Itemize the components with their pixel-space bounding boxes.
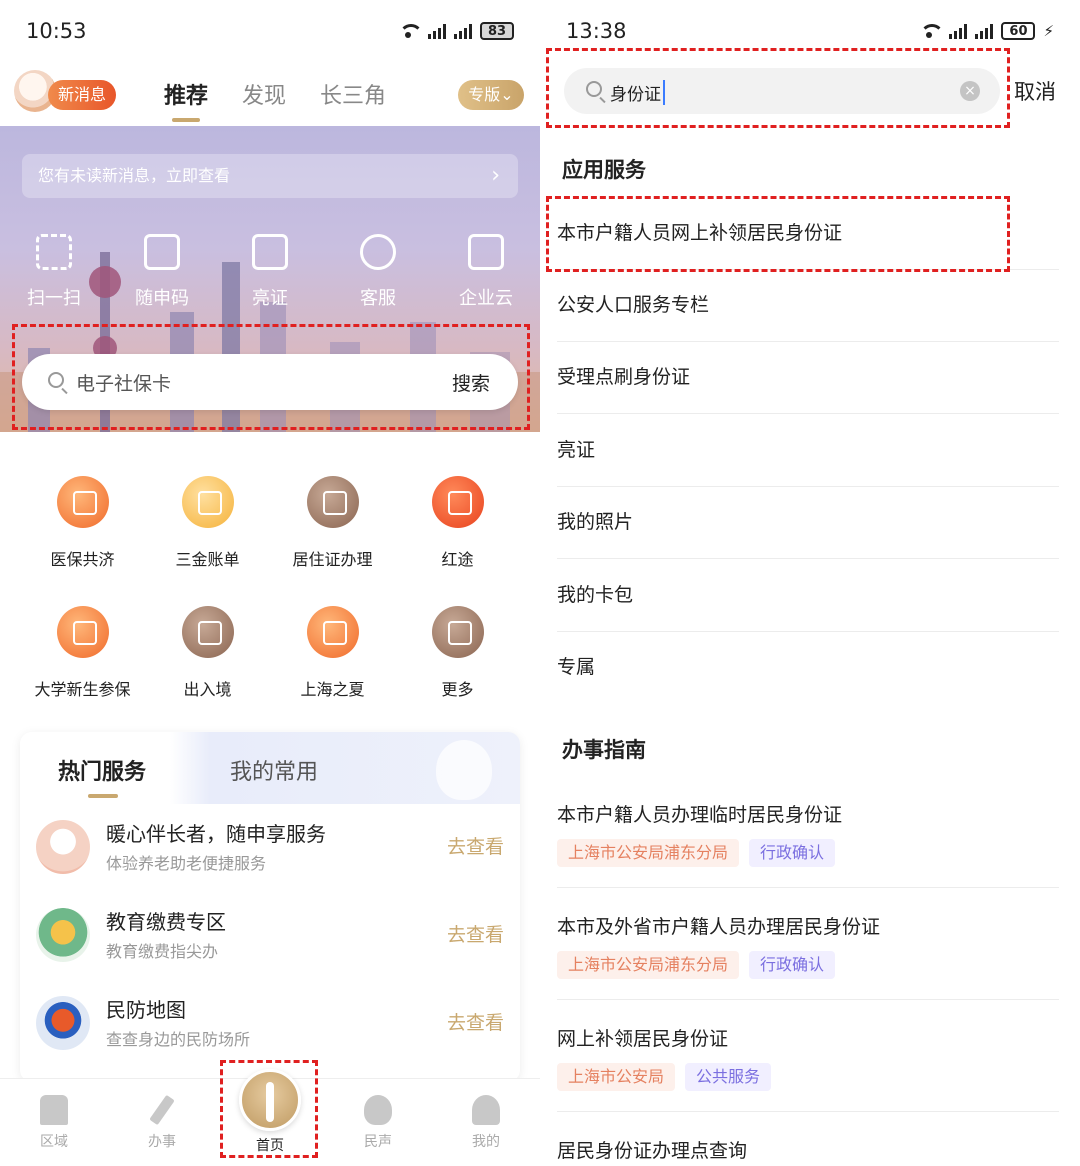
section-title-app-services: 应用服务 — [562, 158, 646, 182]
residence-card-icon — [306, 476, 359, 528]
search-results-screen: 13:38 60 ⚡ 身份证 × 取消 应用服务 本市户籍人员网上补领居民身份证… — [540, 0, 1080, 1166]
unread-notice-bar[interactable]: 您有未读新消息，立即查看 › — [22, 154, 518, 198]
status-time: 10:53 — [26, 19, 87, 43]
person-icon — [472, 1095, 500, 1125]
tab-hot-services[interactable]: 热门服务 — [58, 754, 146, 798]
view-link[interactable]: 去查看 — [447, 832, 504, 859]
family-icon — [56, 476, 109, 528]
signal-icon — [454, 23, 472, 39]
result-item[interactable]: 我的照片 — [557, 487, 1059, 559]
service-medical-insurance[interactable]: 医保共济 — [20, 474, 145, 604]
qr-code-icon — [144, 234, 180, 270]
wifi-icon — [919, 23, 945, 39]
section-title-guides: 办事指南 — [562, 738, 646, 762]
gate-icon — [40, 1095, 68, 1125]
service-freshman-insurance[interactable]: 大学新生参保 — [20, 604, 145, 734]
id-card-icon — [252, 234, 288, 270]
view-link[interactable]: 去查看 — [447, 1008, 504, 1035]
guide-item[interactable]: 本市及外省市户籍人员办理居民身份证 上海市公安局浦东分局 行政确认 — [557, 904, 1059, 1000]
nav-mine[interactable]: 我的 — [432, 1079, 540, 1166]
pen-icon — [149, 1094, 175, 1126]
result-item[interactable]: 公安人口服务专栏 — [557, 270, 1059, 342]
signal-icon — [975, 23, 994, 39]
tab-discover[interactable]: 发现 — [242, 78, 286, 110]
battery-icon: 83 — [480, 22, 514, 40]
result-item[interactable]: 专属 — [557, 632, 1059, 704]
service-red-route[interactable]: 红途 — [395, 474, 520, 604]
flower-icon — [364, 1095, 392, 1125]
status-bar: 13:38 60 ⚡ — [566, 14, 1054, 48]
service-exit-entry[interactable]: 出入境 — [145, 604, 270, 734]
service-shanghai-summer[interactable]: 上海之夏 — [270, 604, 395, 734]
org-tag: 上海市公安局浦东分局 — [557, 951, 740, 979]
more-grid-icon — [431, 606, 484, 658]
service-residence-permit[interactable]: 居住证办理 — [270, 474, 395, 604]
signal-icon — [428, 23, 446, 39]
service-grid: 医保共济 三金账单 居住证办理 红途 大学新生参保 出入境 上海之夏 更多 — [20, 474, 520, 734]
edition-button[interactable]: 专版⌄ — [458, 80, 524, 110]
hot-services-card: 热门服务 我的常用 暖心伴长者，随申享服务 体验养老助老便捷服务 去查看 教育缴… — [20, 732, 520, 1082]
highlight-search-box — [12, 324, 530, 430]
list-item[interactable]: 教育缴费专区 教育缴费指尖办 去查看 — [20, 898, 520, 986]
type-tag: 公共服务 — [685, 1063, 772, 1091]
money-icon — [181, 476, 234, 528]
org-tag: 上海市公安局 — [557, 1063, 676, 1091]
tab-yangtze-delta[interactable]: 长三角 — [320, 78, 386, 110]
airplane-icon — [181, 606, 234, 658]
civil-defense-icon — [36, 996, 90, 1050]
quick-customer-service[interactable]: 客服 — [324, 234, 432, 310]
type-tag: 行政确认 — [749, 839, 836, 867]
guide-item[interactable]: 网上补领居民身份证 上海市公安局 公共服务 — [557, 1016, 1059, 1112]
list-item[interactable]: 暖心伴长者，随申享服务 体验养老助老便捷服务 去查看 — [20, 810, 520, 898]
nav-services[interactable]: 办事 — [108, 1079, 216, 1166]
guide-item[interactable]: 居民身份证办理点查询 — [557, 1128, 1059, 1166]
shopping-cart-icon — [306, 606, 359, 658]
nav-public-voice[interactable]: 民声 — [324, 1079, 432, 1166]
mascot-avatar — [36, 820, 90, 874]
new-message-badge[interactable]: 新消息 — [48, 80, 117, 110]
quick-actions: 扫一扫 随申码 亮证 客服 企业云 — [0, 234, 540, 310]
quick-enterprise-cloud[interactable]: 企业云 — [432, 234, 540, 310]
student-insurance-icon — [56, 606, 109, 658]
top-header: 新消息 推荐 发现 长三角 专版⌄ — [0, 64, 540, 126]
red-star-icon — [431, 476, 484, 528]
status-bar: 10:53 83 — [26, 14, 514, 48]
wifi-icon — [398, 23, 423, 39]
home-screen: 10:53 83 新消息 推荐 发现 长三角 专版⌄ 您有未读新消息，立即查看 … — [0, 0, 540, 1166]
nav-region[interactable]: 区域 — [0, 1079, 108, 1166]
tab-my-frequent[interactable]: 我的常用 — [230, 754, 318, 786]
flame-icon — [436, 740, 492, 800]
service-more[interactable]: 更多 — [395, 604, 520, 734]
service-fund-bill[interactable]: 三金账单 — [145, 474, 270, 604]
quick-scan[interactable]: 扫一扫 — [0, 234, 108, 310]
cancel-button[interactable]: 取消 — [1014, 76, 1056, 106]
highlight-home-tab — [220, 1060, 318, 1158]
status-time: 13:38 — [566, 19, 627, 43]
charging-icon: ⚡ — [1043, 22, 1054, 40]
scan-icon — [36, 234, 72, 270]
tab-recommend[interactable]: 推荐 — [164, 78, 208, 122]
chevron-right-icon: › — [491, 163, 500, 188]
view-link[interactable]: 去查看 — [447, 920, 504, 947]
result-item[interactable]: 亮证 — [557, 415, 1059, 487]
highlight-search-input — [546, 48, 1010, 128]
building-icon — [468, 234, 504, 270]
org-tag: 上海市公安局浦东分局 — [557, 839, 740, 867]
result-item[interactable]: 受理点刷身份证 — [557, 342, 1059, 414]
graduation-icon — [36, 908, 90, 962]
battery-icon: 60 — [1001, 22, 1036, 40]
signal-icon — [949, 23, 968, 39]
type-tag: 行政确认 — [749, 951, 836, 979]
quick-show-id[interactable]: 亮证 — [216, 234, 324, 310]
guide-item[interactable]: 本市户籍人员办理临时居民身份证 上海市公安局浦东分局 行政确认 — [557, 792, 1059, 888]
headset-icon — [360, 234, 396, 270]
highlight-result-item — [546, 196, 1010, 272]
top-tabs: 推荐 发现 长三角 — [164, 78, 386, 122]
quick-health-code[interactable]: 随申码 — [108, 234, 216, 310]
result-item[interactable]: 我的卡包 — [557, 560, 1059, 632]
